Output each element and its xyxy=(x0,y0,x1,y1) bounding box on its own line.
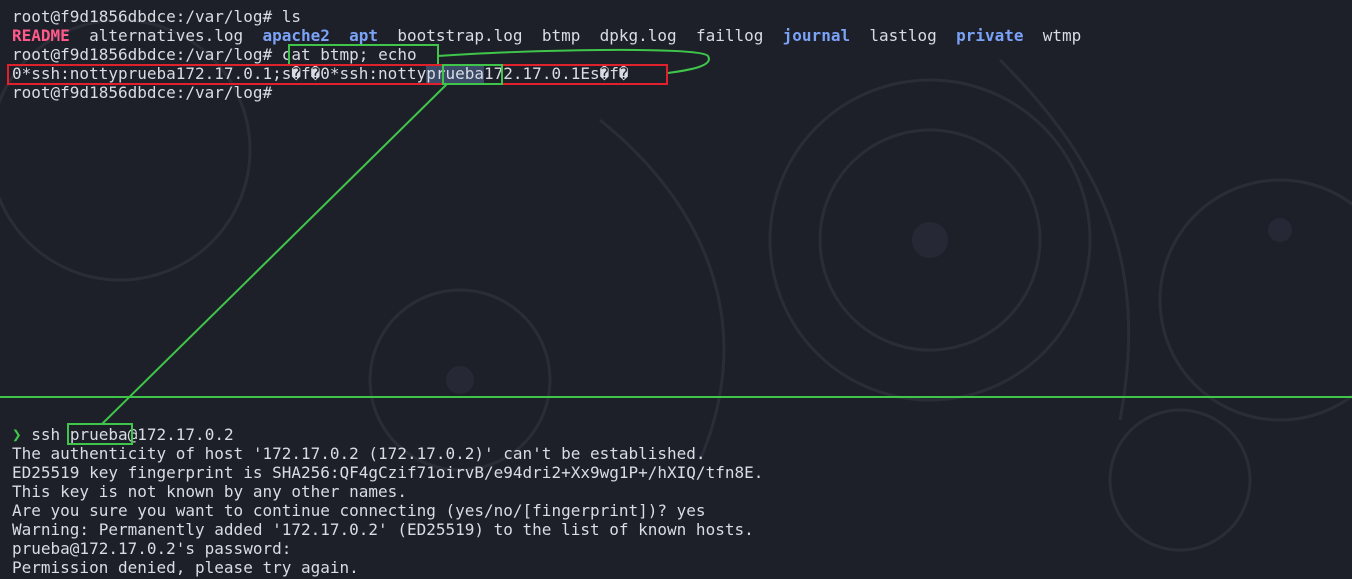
ls-entry-apache2: apache2 xyxy=(262,26,330,45)
prompt-chevron-icon: ❯ xyxy=(12,425,22,444)
ls-entry-wtmp: wtmp xyxy=(1042,26,1082,45)
terminal-line-cat: root@f9d1856dbdce:/var/log# cat btmp; ec… xyxy=(12,45,417,64)
ls-entry-alternatives-log: alternatives.log xyxy=(89,26,244,45)
terminal-line-ssh: ❯ ssh prueba@172.17.0.2 xyxy=(12,425,234,444)
ls-entry-dpkg-log: dpkg.log xyxy=(599,26,677,45)
btmp-text: 172.17.0.1Es�f� xyxy=(484,64,629,83)
ls-entry-btmp: btmp xyxy=(541,26,581,45)
ls-entry-journal: journal xyxy=(782,26,851,45)
ls-entry-faillog: faillog xyxy=(695,26,764,45)
ssh-username: prueba xyxy=(69,425,128,444)
ssh-output-line: Are you sure you want to continue connec… xyxy=(12,501,706,520)
ls-entry-private: private xyxy=(956,26,1024,45)
command-text: ssh xyxy=(31,425,61,444)
ssh-output-line: The authenticity of host '172.17.0.2 (17… xyxy=(12,444,706,463)
bottom-terminal-pane[interactable]: ❯ ssh prueba@172.17.0.2 The authenticity… xyxy=(0,398,1352,579)
ssh-output-line: prueba@172.17.0.2's password: xyxy=(12,539,292,558)
shell-prompt: root@f9d1856dbdce:/var/log# xyxy=(12,7,273,26)
command-text: cat btmp; echo xyxy=(281,45,417,64)
shell-prompt: root@f9d1856dbdce:/var/log# xyxy=(12,45,273,64)
ssh-host: @172.17.0.2 xyxy=(127,425,234,444)
ssh-output-line: Warning: Permanently added '172.17.0.2' … xyxy=(12,520,754,539)
btmp-output: 0*ssh:nottyprueba172.17.0.1;s�f�0*ssh:no… xyxy=(12,64,629,83)
ssh-output-line: ED25519 key fingerprint is SHA256:QF4gCz… xyxy=(12,463,764,482)
ls-entry-apt: apt xyxy=(349,26,379,45)
ssh-output-line: This key is not known by any other names… xyxy=(12,482,407,501)
ssh-output-line: Permission denied, please try again. xyxy=(12,558,359,577)
command-text: ls xyxy=(281,7,301,26)
ls-output: README alternatives.log apache2 apt boot… xyxy=(12,26,1081,45)
terminal-line-ls: root@f9d1856dbdce:/var/log# ls xyxy=(12,7,301,26)
terminal-line-prompt: root@f9d1856dbdce:/var/log# xyxy=(12,83,272,102)
ls-entry-lastlog: lastlog xyxy=(869,26,937,45)
btmp-username-highlight: prueba xyxy=(426,64,485,83)
ls-entry-readme: README xyxy=(12,26,70,45)
top-terminal-pane[interactable]: root@f9d1856dbdce:/var/log# ls README al… xyxy=(0,0,1352,396)
btmp-text: 0*ssh:nottyprueba172.17.0.1;s�f�0*ssh:no… xyxy=(12,64,427,83)
ls-entry-bootstrap-log: bootstrap.log xyxy=(397,26,523,45)
shell-prompt: root@f9d1856dbdce:/var/log# xyxy=(12,83,273,102)
